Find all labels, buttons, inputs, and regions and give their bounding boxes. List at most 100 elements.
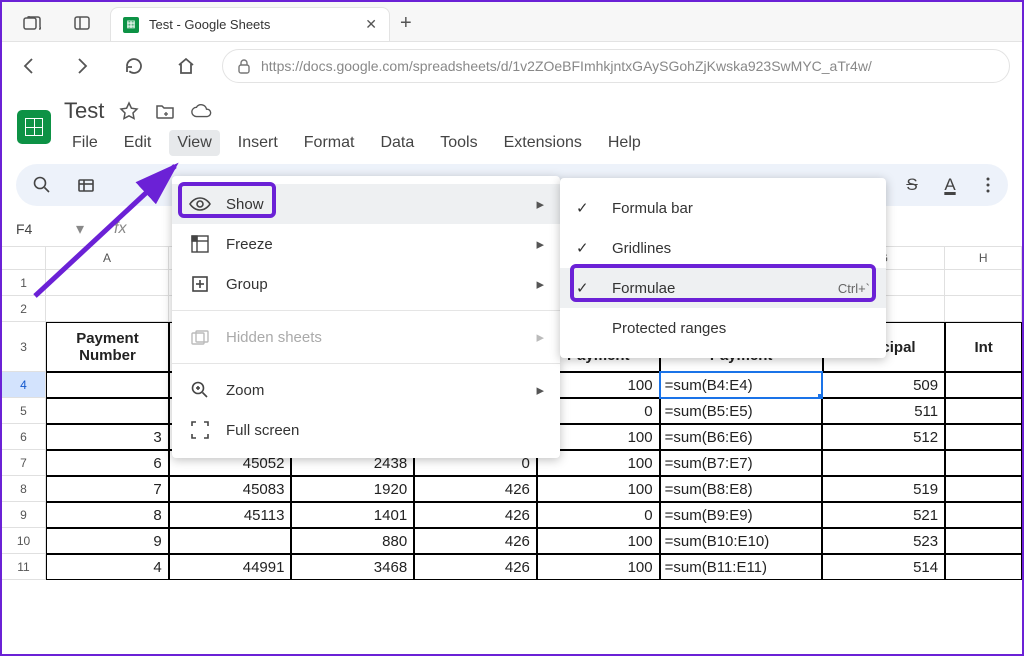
undo-icon[interactable] <box>74 173 98 197</box>
cell-H4[interactable] <box>945 372 1022 398</box>
cell-C11[interactable]: 3468 <box>291 554 414 580</box>
back-button[interactable] <box>14 55 46 77</box>
cell-F6[interactable]: =sum(B6:E6) <box>660 424 823 450</box>
more-icon[interactable] <box>976 173 1000 197</box>
tabs-overview-icon[interactable] <box>16 15 48 31</box>
move-icon[interactable] <box>154 100 176 122</box>
cell-H7[interactable] <box>945 450 1022 476</box>
cell-H5[interactable] <box>945 398 1022 424</box>
cell-E11[interactable]: 100 <box>537 554 660 580</box>
cell-F7[interactable]: =sum(B7:E7) <box>660 450 823 476</box>
cell-F9[interactable]: =sum(B9:E9) <box>660 502 823 528</box>
cell-H2[interactable] <box>945 296 1022 322</box>
cell-A9[interactable]: 8 <box>46 502 169 528</box>
cell-H1[interactable] <box>945 270 1022 296</box>
cell-H10[interactable] <box>945 528 1022 554</box>
cell-G4[interactable]: 509 <box>822 372 945 398</box>
cell-A2[interactable] <box>46 296 169 322</box>
row-header-5[interactable]: 5 <box>2 398 46 424</box>
cell-A1[interactable] <box>46 270 169 296</box>
menu-insert[interactable]: Insert <box>230 130 286 156</box>
cloud-status-icon[interactable] <box>190 100 212 122</box>
strikethrough-icon[interactable]: S <box>900 173 924 197</box>
row-header-3[interactable]: 3 <box>2 322 46 372</box>
refresh-button[interactable] <box>118 56 150 76</box>
row-header-11[interactable]: 11 <box>2 554 46 580</box>
cell-G5[interactable]: 511 <box>822 398 945 424</box>
close-tab-icon[interactable]: ✕ <box>365 16 377 33</box>
row-header-10[interactable]: 10 <box>2 528 46 554</box>
menu-fullscreen[interactable]: Full screen <box>172 410 560 450</box>
cell-H6[interactable] <box>945 424 1022 450</box>
submenu-gridlines[interactable]: ✓ Gridlines <box>560 228 886 268</box>
cell-F8[interactable]: =sum(B8:E8) <box>660 476 823 502</box>
cell-G11[interactable]: 514 <box>822 554 945 580</box>
cell-B9[interactable]: 45113 <box>169 502 292 528</box>
cell-A6[interactable]: 3 <box>46 424 169 450</box>
cell-H9[interactable] <box>945 502 1022 528</box>
cell-A7[interactable]: 6 <box>46 450 169 476</box>
submenu-formula-bar[interactable]: ✓ Formula bar <box>560 188 886 228</box>
home-button[interactable] <box>170 56 202 76</box>
namebox-dropdown-icon[interactable]: ▾ <box>76 219 84 239</box>
cell-D8[interactable]: 426 <box>414 476 537 502</box>
text-color-icon[interactable]: A <box>938 173 962 197</box>
cell-C10[interactable]: 880 <box>291 528 414 554</box>
cell-D10[interactable]: 426 <box>414 528 537 554</box>
menu-file[interactable]: File <box>64 130 106 156</box>
row-header-6[interactable]: 6 <box>2 424 46 450</box>
cell-A8[interactable]: 7 <box>46 476 169 502</box>
sheets-logo-icon[interactable] <box>12 98 56 156</box>
cell-D9[interactable]: 426 <box>414 502 537 528</box>
submenu-formulae[interactable]: ✓ Formulae Ctrl+` <box>560 268 886 308</box>
cell-E9[interactable]: 0 <box>537 502 660 528</box>
menu-group[interactable]: Group ▸ <box>172 264 560 304</box>
cell-G7[interactable] <box>822 450 945 476</box>
cell-E10[interactable]: 100 <box>537 528 660 554</box>
cell-F11[interactable]: =sum(B11:E11) <box>660 554 823 580</box>
cell-G9[interactable]: 521 <box>822 502 945 528</box>
doc-title[interactable]: Test <box>64 98 104 124</box>
menu-help[interactable]: Help <box>600 130 649 156</box>
cell-A4[interactable] <box>46 372 169 398</box>
row-header-1[interactable]: 1 <box>2 270 46 296</box>
cell-G6[interactable]: 512 <box>822 424 945 450</box>
cell-G10[interactable]: 523 <box>822 528 945 554</box>
name-box[interactable]: F4 <box>16 221 66 237</box>
col-header-H[interactable]: H <box>945 246 1022 270</box>
cell-H11[interactable] <box>945 554 1022 580</box>
menu-show[interactable]: Show ▸ <box>172 184 560 224</box>
search-icon[interactable] <box>30 173 54 197</box>
column-header-cell-H[interactable]: Int <box>945 322 1022 372</box>
new-tab-button[interactable]: + <box>390 12 422 41</box>
submenu-protected-ranges[interactable]: Protected ranges <box>560 308 886 348</box>
cell-A5[interactable] <box>46 398 169 424</box>
cell-A11[interactable]: 4 <box>46 554 169 580</box>
select-all-corner[interactable] <box>2 246 46 270</box>
cell-G8[interactable]: 519 <box>822 476 945 502</box>
cell-F5[interactable]: =sum(B5:E5) <box>660 398 823 424</box>
menu-format[interactable]: Format <box>296 130 363 156</box>
menu-view[interactable]: View <box>169 130 219 156</box>
cell-F4[interactable]: =sum(B4:E4) <box>660 372 823 398</box>
forward-button[interactable] <box>66 55 98 77</box>
menu-freeze[interactable]: Freeze ▸ <box>172 224 560 264</box>
row-header-9[interactable]: 9 <box>2 502 46 528</box>
row-header-4[interactable]: 4 <box>2 372 46 398</box>
menu-data[interactable]: Data <box>372 130 422 156</box>
cell-A10[interactable]: 9 <box>46 528 169 554</box>
star-icon[interactable] <box>118 100 140 122</box>
url-field[interactable]: https://docs.google.com/spreadsheets/d/1… <box>222 49 1010 83</box>
cell-C9[interactable]: 1401 <box>291 502 414 528</box>
row-header-7[interactable]: 7 <box>2 450 46 476</box>
row-header-2[interactable]: 2 <box>2 296 46 322</box>
browser-tab[interactable]: ▦ Test - Google Sheets ✕ <box>110 7 390 41</box>
col-header-A[interactable]: A <box>46 246 169 270</box>
cell-D11[interactable]: 426 <box>414 554 537 580</box>
cell-B10[interactable] <box>169 528 292 554</box>
menu-edit[interactable]: Edit <box>116 130 160 156</box>
cell-B11[interactable]: 44991 <box>169 554 292 580</box>
window-icon[interactable] <box>66 16 98 30</box>
cell-E8[interactable]: 100 <box>537 476 660 502</box>
menu-extensions[interactable]: Extensions <box>496 130 590 156</box>
